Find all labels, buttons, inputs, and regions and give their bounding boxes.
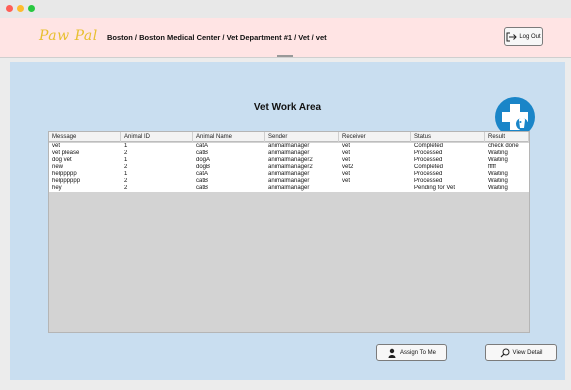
view-detail-label: View Detail [512, 349, 543, 356]
cell-sender: animalmanager [268, 150, 310, 156]
cell-receiver: vet [342, 157, 351, 163]
cell-message: new [52, 164, 64, 170]
column-header-message[interactable]: Message [49, 132, 121, 142]
person-icon [388, 348, 396, 358]
cell-status: Processed [414, 150, 443, 156]
cell-animal-name: dogB [196, 164, 211, 170]
page-title: Vet Work Area [253, 102, 322, 113]
splitter-handle[interactable] [277, 55, 293, 57]
app-window: Paw Pal Boston / Boston Medical Center /… [0, 0, 571, 390]
cell-status: Processed [414, 171, 443, 177]
view-detail-button[interactable]: View Detail [485, 344, 557, 361]
cell-result: Waiting [488, 178, 508, 184]
minimize-window-button[interactable] [17, 5, 24, 12]
cell-sender: animalmanager [268, 171, 310, 177]
cell-status: Pending for Vet [414, 185, 456, 191]
assign-to-me-label: Assign To Me [400, 349, 436, 356]
cell-result: Waiting [488, 157, 508, 163]
column-header-sender[interactable]: Sender [265, 132, 339, 142]
cell-animal-id: 2 [124, 185, 128, 191]
assign-to-me-button[interactable]: Assign To Me [376, 344, 447, 361]
table-row[interactable]: hey 2 catB animalmanager Pending for Vet… [49, 185, 529, 192]
magnifier-icon [500, 348, 510, 357]
cell-message: vet please [52, 150, 80, 156]
breadcrumb: Boston / Boston Medical Center / Vet Dep… [107, 33, 327, 42]
cell-result: Waiting [488, 171, 508, 177]
cell-message: hey [52, 185, 62, 191]
window-titlebar [0, 0, 571, 18]
cell-receiver: vet [342, 143, 351, 149]
cell-status: Processed [414, 178, 443, 184]
logout-button[interactable]: Log Out [504, 27, 543, 46]
cell-animal-id: 2 [124, 150, 128, 156]
table-row[interactable]: vet 1 catA animalmanager vet Completed c… [49, 143, 529, 150]
table-row[interactable]: helppppp 1 catA animalmanager vet Proces… [49, 171, 529, 178]
cell-animal-id: 1 [124, 143, 128, 149]
cell-animal-id: 1 [124, 157, 128, 163]
cell-sender: animalmanager [268, 185, 310, 191]
column-header-result[interactable]: Result [485, 132, 529, 142]
cell-animal-id: 2 [124, 178, 128, 184]
cell-message: dog vet [52, 157, 72, 163]
work-area-panel: Vet Work Area Message Animal ID Animal N… [10, 62, 565, 380]
cell-status: Completed [414, 164, 444, 170]
cell-sender: animalmanager2 [268, 164, 313, 170]
close-window-button[interactable] [6, 5, 13, 12]
cell-receiver: vet [342, 178, 351, 184]
cell-animal-name: catA [196, 143, 209, 149]
table-row[interactable]: dog vet 1 dogA animalmanager2 vet Proces… [49, 157, 529, 164]
column-header-animal-name[interactable]: Animal Name [193, 132, 265, 142]
cell-result: Waiting [488, 150, 508, 156]
cell-animal-name: catA [196, 171, 209, 177]
header-bar: Paw Pal Boston / Boston Medical Center /… [0, 18, 571, 58]
logout-label: Log Out [519, 33, 541, 40]
cell-sender: animalmanager [268, 178, 310, 184]
cell-message: vet [52, 143, 61, 149]
cell-status: Completed [414, 143, 444, 149]
table-row[interactable]: vet please 2 catB animalmanager vet Proc… [49, 150, 529, 157]
column-header-receiver[interactable]: Receiver [339, 132, 411, 142]
cell-result: check done [488, 143, 519, 149]
cell-receiver [339, 185, 411, 192]
column-header-animal-id[interactable]: Animal ID [121, 132, 193, 142]
cell-status: Processed [414, 157, 443, 163]
cell-receiver: vet [342, 150, 351, 156]
work-request-table[interactable]: Message Animal ID Animal Name Sender Rec… [48, 131, 530, 333]
cell-sender: animalmanager2 [268, 157, 313, 163]
zoom-window-button[interactable] [28, 5, 35, 12]
column-header-status[interactable]: Status [411, 132, 485, 142]
cell-animal-name: catB [196, 185, 209, 191]
cell-receiver: vet2 [342, 164, 354, 170]
logout-icon [506, 32, 518, 41]
table-row[interactable]: helpppppp 2 catB animalmanager vet Proce… [49, 178, 529, 185]
cell-animal-id: 1 [124, 171, 128, 177]
cell-animal-id: 2 [124, 164, 128, 170]
cell-animal-name: catB [196, 178, 209, 184]
cell-result: fffff [488, 164, 496, 170]
cell-message: helpppppp [52, 178, 81, 184]
cell-animal-name: dogA [196, 157, 211, 163]
cell-result: Waiting [488, 185, 508, 191]
cell-message: helppppp [52, 171, 77, 177]
cell-receiver: vet [342, 171, 351, 177]
cell-animal-name: catB [196, 150, 209, 156]
table-row[interactable]: new 2 dogB animalmanager2 vet2 Completed… [49, 164, 529, 171]
cell-sender: animalmanager [268, 143, 310, 149]
table-header: Message Animal ID Animal Name Sender Rec… [49, 132, 529, 142]
app-logo: Paw Pal [39, 28, 98, 44]
